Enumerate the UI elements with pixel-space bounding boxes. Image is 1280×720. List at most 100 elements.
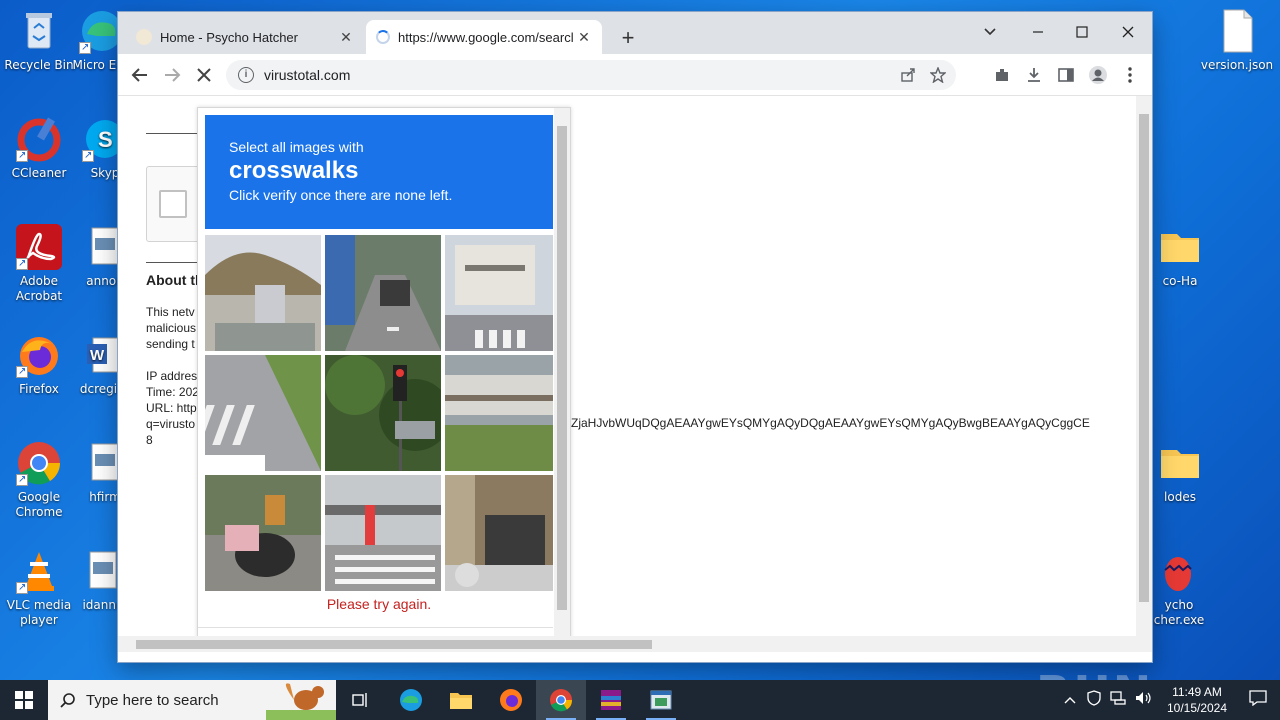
desktop-icon-recycle-bin[interactable]: Recycle Bin <box>0 8 78 73</box>
captcha-tile[interactable] <box>325 355 441 471</box>
paragraph-line: This netv <box>146 305 195 319</box>
desktop-icon-label: version.json <box>1200 58 1274 72</box>
task-view-button[interactable] <box>336 680 386 720</box>
show-hidden-icons-chevron-icon[interactable] <box>1058 691 1082 709</box>
tab-home-psycho-hatcher[interactable]: Home - Psycho Hatcher ✕ <box>126 20 364 54</box>
captcha-tile[interactable] <box>205 475 321 591</box>
taskbar-chrome[interactable] <box>536 680 586 720</box>
new-tab-button[interactable]: + <box>616 25 640 51</box>
captcha-tile[interactable] <box>325 235 441 351</box>
edge-icon <box>400 689 422 711</box>
maximize-button[interactable] <box>1062 18 1102 46</box>
tab-search-chevron-icon[interactable] <box>970 18 1010 46</box>
tab-close-icon[interactable]: ✕ <box>576 29 592 46</box>
stop-loading-icon[interactable] <box>192 63 216 87</box>
download-icon[interactable] <box>1022 63 1046 87</box>
share-icon[interactable] <box>900 65 916 88</box>
file-icon <box>1214 8 1260 54</box>
desktop-icon-folder-co-ha[interactable]: co-Ha <box>1150 224 1210 289</box>
captcha-scrollbar[interactable] <box>554 108 570 652</box>
captcha-tile[interactable] <box>445 475 553 591</box>
folder-icon <box>450 693 472 709</box>
loading-spinner-icon <box>376 30 390 44</box>
search-icon <box>60 693 75 708</box>
address-bar[interactable]: i virustotal.com <box>226 60 956 90</box>
system-clock[interactable]: 11:49 AM 10/15/2024 <box>1158 684 1236 716</box>
captcha-tile[interactable] <box>445 355 553 471</box>
tab-title: https://www.google.com/searcl <box>398 29 574 45</box>
forward-arrow-icon[interactable] <box>160 63 184 87</box>
desktop-icon-chrome[interactable]: Google Chrome <box>0 440 78 520</box>
squirrel-highlight-icon <box>266 683 336 720</box>
tab-close-icon[interactable]: ✕ <box>338 29 354 46</box>
clock-time: 11:49 AM <box>1172 685 1222 699</box>
paragraph-line: malicious <box>146 321 197 335</box>
desktop-icon-firefox[interactable]: Firefox <box>0 332 78 397</box>
desktop-icon-version-json[interactable]: version.json <box>1198 8 1276 73</box>
captcha-tile[interactable] <box>205 235 321 351</box>
captcha-tile[interactable] <box>445 235 553 351</box>
bookmark-star-icon[interactable] <box>929 65 947 88</box>
captcha-header: Select all images with crosswalks Click … <box>205 115 553 229</box>
desktop-icon-label: CCleaner <box>11 166 67 180</box>
desktop-icon-ccleaner[interactable]: CCleaner <box>0 116 78 181</box>
divider <box>146 262 202 263</box>
security-shield-icon[interactable] <box>1082 689 1106 711</box>
browser-window: Home - Psycho Hatcher ✕ https://www.goog… <box>118 12 1152 662</box>
desktop-icon-vlc[interactable]: VLC media player <box>0 548 78 628</box>
horizontal-scrollbar[interactable] <box>118 636 1136 652</box>
minimize-button[interactable] <box>1018 18 1058 46</box>
desktop-icon-label: VLC media player <box>6 598 72 627</box>
recaptcha-checkbox[interactable] <box>159 190 187 218</box>
winrar-icon <box>601 690 621 710</box>
desktop-icon-folder-lodes[interactable]: lodes <box>1150 440 1210 505</box>
side-panel-icon[interactable] <box>1054 63 1078 87</box>
desktop-icon-label: Recycle Bin <box>4 58 74 72</box>
detail-line: q=virusto <box>146 417 196 431</box>
tab-google-search[interactable]: https://www.google.com/searcl ✕ <box>366 20 602 54</box>
site-info-icon[interactable]: i <box>238 67 254 83</box>
chrome-icon <box>550 689 573 712</box>
extensions-puzzle-icon[interactable] <box>990 63 1014 87</box>
recycle-bin-icon <box>16 8 62 54</box>
taskbar-firefox[interactable] <box>486 680 536 720</box>
captcha-tile[interactable] <box>325 475 441 591</box>
desktop-icon-label: Adobe Acrobat <box>15 274 63 303</box>
close-window-button[interactable] <box>1108 18 1148 46</box>
desktop-icon-label: Google Chrome <box>15 490 63 519</box>
taskbar-file-explorer[interactable] <box>436 680 486 720</box>
taskbar-edge[interactable] <box>386 680 436 720</box>
detail-line: URL: http <box>146 401 197 415</box>
desktop-icon-label: Skyp <box>90 166 120 180</box>
application-icon <box>650 690 672 710</box>
detail-line: IP addres <box>146 369 198 383</box>
browser-toolbar: i virustotal.com <box>118 54 1152 96</box>
vertical-scrollbar[interactable] <box>1136 96 1152 652</box>
task-view-icon <box>352 693 367 707</box>
svg-text:W: W <box>90 347 105 364</box>
profile-avatar-icon[interactable] <box>1086 63 1110 87</box>
more-menu-icon[interactable] <box>1118 63 1142 87</box>
volume-icon[interactable] <box>1130 691 1158 710</box>
egg-app-icon <box>1156 548 1202 594</box>
back-arrow-icon[interactable] <box>128 63 152 87</box>
taskbar-winrar[interactable] <box>586 680 636 720</box>
taskbar: Type here to search 11:49 AM 10/15/2024 <box>0 680 1280 720</box>
start-button[interactable] <box>0 680 48 720</box>
notifications-icon[interactable] <box>1236 689 1280 711</box>
firefox-icon <box>16 332 62 379</box>
tab-title: Home - Psycho Hatcher <box>160 29 298 45</box>
divider <box>146 133 202 134</box>
network-icon[interactable] <box>1106 690 1130 710</box>
url-continuation-text: ZjaHJvbWUqDQgAEAAYgwEYsQMYgAQyDQgAEAAYgw… <box>571 416 1090 430</box>
clock-date: 10/15/2024 <box>1166 701 1228 715</box>
desktop-icon-acrobat[interactable]: Adobe Acrobat <box>0 224 78 304</box>
vlc-icon <box>16 548 62 595</box>
desktop-icon-label: lodes <box>1164 490 1196 504</box>
acrobat-icon <box>16 224 62 271</box>
captcha-tile[interactable] <box>205 355 321 471</box>
address-bar-url[interactable]: virustotal.com <box>264 67 350 83</box>
taskbar-search-box[interactable]: Type here to search <box>48 680 336 720</box>
taskbar-app-window[interactable] <box>636 680 686 720</box>
captcha-error-message: Please try again. <box>326 596 432 612</box>
